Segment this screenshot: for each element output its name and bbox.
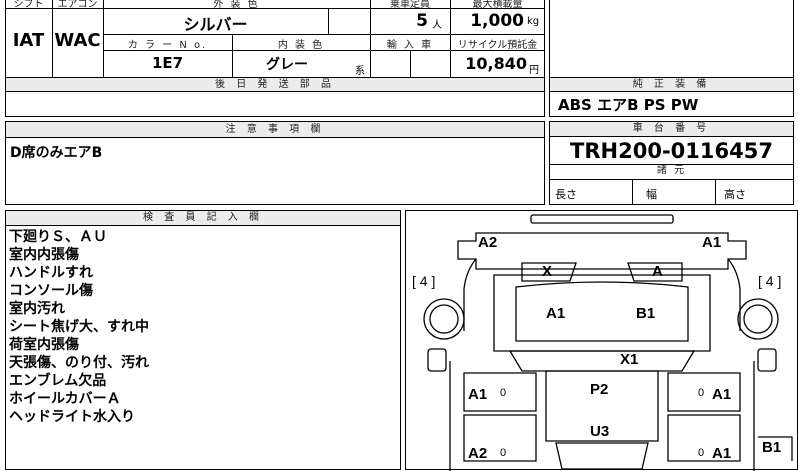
inspector-line: 室内内張傷: [9, 247, 79, 263]
inspector-header: 検 査 員 記 入 欄: [6, 211, 400, 226]
divider: [632, 179, 633, 205]
inspector-line: シート焦げ大、すれ中: [9, 319, 149, 335]
notes-value: D席のみエアB: [10, 145, 103, 161]
mirror-left: [427, 348, 447, 372]
car-diagram-box: [ 4 ] [ 4 ] A2 A1 X A A1 B1 X1 A1 0 P2 0…: [405, 210, 798, 471]
inspector-lines: 下廻りＳ、ＡＵ 室内内張傷 ハンドルすれ コンソール傷 室内汚れ シート焦げ大、…: [9, 228, 149, 426]
tire-tread-right: [ 4 ]: [758, 273, 782, 289]
later-parts-header: 後 日 発 送 部 品: [6, 78, 544, 92]
height-label: 高さ: [724, 188, 746, 201]
interior-color-value: グレー: [266, 57, 308, 73]
divider: [410, 50, 411, 78]
genuine-equipment-header: 純 正 装 備: [550, 78, 793, 92]
aircon-value: WAC: [54, 30, 101, 51]
zero-mark: 0: [698, 387, 705, 399]
zero-mark: 0: [698, 447, 705, 459]
col-capacity-label: 乗車定員: [390, 0, 430, 10]
interior-suffix: 系: [355, 66, 365, 77]
mark-left-rear-door: A2: [468, 445, 488, 462]
inspector-line: エンブレム欠品: [9, 373, 107, 389]
col-aircon-label: エアコン: [57, 0, 98, 10]
genuine-equipment-value: ABS エアB PS PW: [558, 96, 699, 114]
mark-rear-right-corner: B1: [762, 439, 782, 456]
col-interior-label: 内 装 色: [277, 40, 325, 51]
width-label: 幅: [646, 188, 657, 201]
inspector-line: ハンドルすれ: [9, 265, 93, 281]
windshield: [508, 350, 696, 372]
divider: [328, 8, 329, 34]
load-unit: kg: [527, 16, 540, 27]
mark-right-front-door: A1: [712, 386, 732, 403]
chassis-box: 車 台 番 号 TRH200-0116457 諸 元 長さ 幅 高さ: [549, 121, 794, 205]
tire-tread-left: [ 4 ]: [412, 273, 436, 289]
genuine-equipment-box: 純 正 装 備 ABS エアB PS PW: [549, 77, 794, 117]
front-left-fender: [463, 258, 477, 331]
inspector-line: 荷室内張傷: [9, 337, 79, 353]
inspector-line: 天張傷、のり付、汚れ: [9, 355, 149, 371]
inspector-line: ホイールカバーＡ: [9, 391, 121, 407]
load-value: 1,000: [470, 11, 524, 31]
notes-header: 注 意 事 項 欄: [6, 122, 544, 138]
mark-hood-right: B1: [636, 305, 656, 322]
recycle-fee-value: 10,840: [465, 54, 527, 73]
exterior-color-value: シルバー: [183, 15, 248, 34]
mark-front-right-corner: A1: [702, 234, 722, 251]
zero-mark: 0: [500, 447, 507, 459]
col-exterior-label: 外 装 色: [213, 0, 260, 10]
col-import-label: 輸 入 車: [386, 40, 434, 51]
col-loadmax-label: 最大積載量: [472, 0, 523, 10]
divider: [550, 179, 793, 180]
chassis-number: TRH200-0116457: [570, 139, 773, 163]
col-shift-label: シフト: [13, 0, 44, 10]
mark-roof: P2: [590, 381, 609, 398]
roof-rear: [555, 442, 649, 470]
mark-headlight-left: X: [542, 263, 553, 280]
mark-left-front-door: A1: [468, 386, 488, 403]
front-left-wheel-inner: [429, 304, 459, 334]
recycle-unit: 円: [529, 65, 539, 76]
capacity-value: 5: [416, 11, 428, 31]
mark-windshield: X1: [620, 351, 639, 368]
col-color-no-label: カ ラ ー N o.: [127, 40, 208, 51]
inspector-line: ヘッドライト水入り: [9, 409, 135, 425]
mark-right-rear-door: A1: [712, 445, 732, 462]
zero-mark: 0: [500, 387, 507, 399]
front-right-wheel-inner: [743, 304, 773, 334]
divider: [715, 179, 716, 205]
inspector-line: コンソール傷: [9, 283, 93, 299]
chassis-header: 車 台 番 号: [550, 122, 793, 137]
color-no-value: 1E7: [151, 54, 184, 72]
front-bumper: [530, 214, 674, 224]
notes-box: 注 意 事 項 欄 D席のみエアB: [5, 121, 545, 205]
length-label: 長さ: [555, 188, 577, 201]
dims-header: 諸 元: [656, 165, 687, 176]
mark-headlight-right: A: [652, 263, 663, 280]
col-recycle-label: リサイクル預託金: [457, 40, 538, 51]
mark-front-left-corner: A2: [478, 234, 498, 251]
top-right-box: [549, 0, 794, 78]
inspector-line: 下廻りＳ、ＡＵ: [9, 229, 107, 245]
mark-hood-left: A1: [546, 305, 566, 322]
capacity-unit: 人: [432, 20, 442, 31]
hood-inner: [515, 281, 689, 342]
mirror-right: [757, 348, 777, 372]
mark-roof-rear: U3: [590, 423, 610, 440]
inspector-line: 室内汚れ: [9, 301, 65, 317]
shift-value: IAT: [12, 30, 45, 51]
inspector-box: 検 査 員 記 入 欄 下廻りＳ、ＡＵ 室内内張傷 ハンドルすれ コンソール傷 …: [5, 210, 401, 470]
later-parts-box: 後 日 発 送 部 品: [5, 77, 545, 117]
